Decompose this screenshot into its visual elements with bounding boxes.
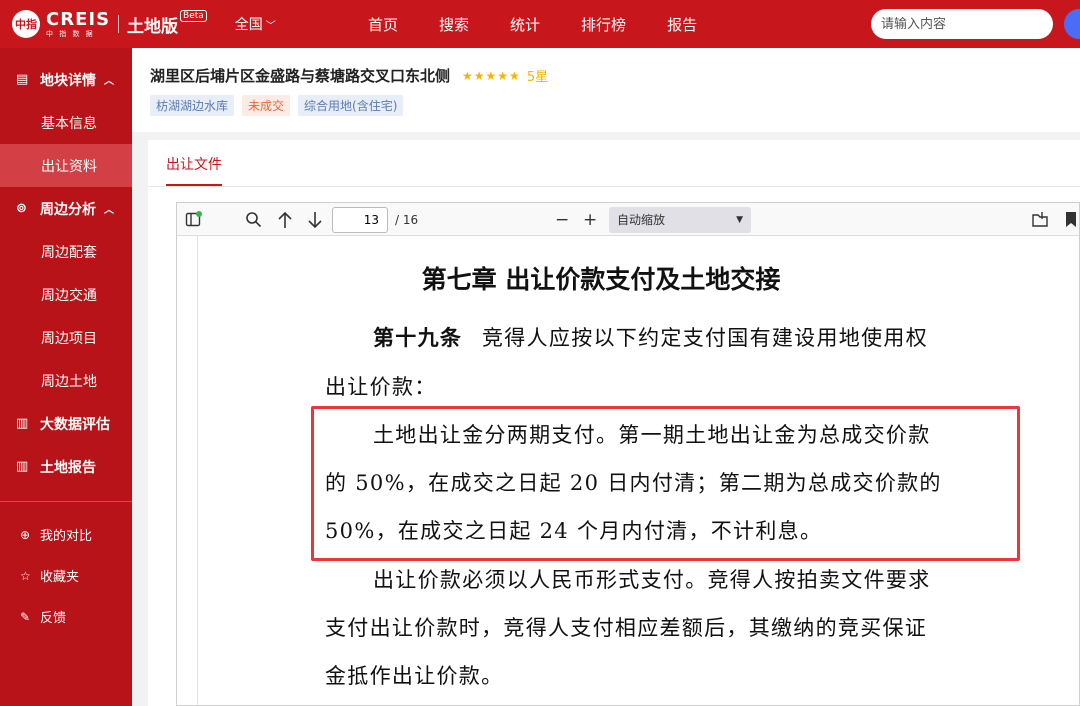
sidebar-section-label: 地块详情 [40, 72, 96, 89]
sidebar-item-transport[interactable]: 周边交通 [0, 273, 132, 316]
location-icon: ⊚ [16, 201, 27, 216]
page-count: / 16 [395, 212, 419, 227]
building-icon: ▥ [16, 459, 29, 474]
sidebar-item-basic-info[interactable]: 基本信息 [0, 101, 132, 144]
sidebar-extra-label: 收藏夹 [40, 570, 80, 585]
sidebar-item-transfer-docs[interactable]: 出让资料 [0, 144, 132, 187]
search-box [871, 9, 1053, 39]
chevron-up-icon: ︿ [104, 76, 114, 87]
rating-stars-icon: ★★★★★ [462, 68, 521, 83]
document-line: 支付出让价款时，竞得人支付相应差额后，其缴纳的竞买保证 [325, 616, 928, 640]
region-selector[interactable]: 全国 ﹀ [235, 14, 276, 34]
sidebar-extra-label: 反馈 [40, 611, 67, 626]
nav-search[interactable]: 搜索 [439, 14, 469, 35]
logo-divider [118, 15, 120, 33]
chevron-up-icon: ︿ [104, 205, 114, 216]
tag-land-use: 综合用地(含住宅) [298, 95, 404, 116]
sidebar-item-facilities[interactable]: 周边配套 [0, 230, 132, 273]
parcel-title: 湖里区后埔片区金盛路与蔡塘路交叉口东北侧 [150, 67, 451, 85]
tag-location: 枋湖湖边水库 [150, 95, 235, 116]
chevron-down-icon: ▼ [736, 214, 743, 225]
sidebar: ▤ 地块详情 ︿ 基本信息 出让资料 ⊚ 周边分析 ︿ 周边配套 周边交通 周边… [0, 48, 132, 706]
plus-circle-icon: ⊕ [20, 527, 31, 542]
sidebar-section-label: 土地报告 [40, 459, 96, 476]
sidebar-section-label: 大数据评估 [40, 416, 110, 433]
search-input[interactable] [881, 16, 1051, 32]
tab-active-indicator [166, 184, 222, 186]
tab-bar: 出让文件 [148, 140, 1080, 187]
next-page-icon[interactable] [307, 203, 323, 236]
parcel-tags: 枋湖湖边水库 未成交 综合用地(含住宅) [150, 95, 404, 116]
document-icon: ▤ [16, 72, 29, 87]
sidebar-favorites[interactable]: ☆ 收藏夹 [0, 555, 132, 596]
pdf-toolbar: / 16 − + 自动缩放 ▼ [177, 203, 1079, 236]
pencil-icon: ✎ [20, 609, 31, 624]
pdf-page: 第七章 出让价款支付及土地交接 第十九条 竞得人应按以下约定支付国有建设用地使用… [197, 236, 1079, 705]
nav-reports[interactable]: 报告 [667, 14, 697, 35]
pdf-viewer: / 16 − + 自动缩放 ▼ 第七章 出让价款支付及土地交接 第十九条 竞得人… [176, 202, 1080, 706]
sidebar-section-parcel-details[interactable]: ▤ 地块详情 ︿ [0, 58, 132, 101]
logo-name: CREIS [46, 8, 111, 30]
zoom-value: 自动缩放 [617, 213, 666, 227]
parcel-header: 湖里区后埔片区金盛路与蔡塘路交叉口东北侧 ★★★★★ 5星 枋湖湖边水库 未成交… [132, 48, 1080, 132]
main-nav: 首页 搜索 统计 排行榜 报告 [368, 0, 738, 48]
document-line: 金抵作出让价款。 [325, 664, 504, 688]
document-line: 竞得人应按以下约定支付国有建设用地使用权 [482, 326, 928, 350]
star-icon: ☆ [20, 568, 31, 583]
sidebar-compare[interactable]: ⊕ 我的对比 [0, 514, 132, 555]
rating-label: 5星 [526, 70, 549, 85]
sidebar-item-land[interactable]: 周边土地 [0, 359, 132, 402]
bookmark-icon[interactable] [1065, 203, 1077, 236]
tag-status: 未成交 [242, 95, 291, 116]
product-name: 土地版 [127, 16, 179, 37]
building-icon: ▥ [16, 416, 29, 431]
zoom-select[interactable]: 自动缩放 ▼ [609, 206, 751, 233]
brand-logo[interactable]: 中指 CREIS 中 指 数 据 土地版 Beta [12, 10, 207, 38]
sidebar-section-label: 周边分析 [40, 201, 96, 218]
region-label: 全国 [234, 17, 263, 33]
page-number-input[interactable] [332, 206, 388, 233]
nav-home[interactable]: 首页 [368, 14, 398, 35]
sidebar-section-land-report[interactable]: ▥ 土地报告 [0, 445, 132, 488]
top-navbar: 中指 CREIS 中 指 数 据 土地版 Beta 全国 ﹀ 首页 搜索 统计 … [0, 0, 1080, 48]
previous-page-icon[interactable] [277, 203, 293, 236]
sidebar-section-surroundings[interactable]: ⊚ 周边分析 ︿ [0, 187, 132, 230]
logo-sub: 中 指 数 据 [46, 29, 95, 38]
sidebar-extra-label: 我的对比 [40, 529, 93, 544]
sidebar-divider [0, 501, 132, 502]
content-panel: 出让文件 / 16 − + 自动缩放 [148, 140, 1080, 706]
sidebar-feedback[interactable]: ✎ 反馈 [0, 596, 132, 637]
find-icon[interactable] [245, 203, 262, 236]
nav-rankings[interactable]: 排行榜 [581, 14, 626, 35]
user-avatar[interactable] [1064, 9, 1080, 39]
open-file-icon[interactable] [1031, 203, 1049, 236]
sidebar-toggle-icon[interactable] [185, 203, 202, 236]
article-label: 第十九条 [373, 325, 463, 350]
nav-statistics[interactable]: 统计 [510, 14, 540, 35]
chevron-down-icon: ﹀ [265, 20, 276, 32]
tab-transfer-files[interactable]: 出让文件 [166, 154, 222, 174]
sidebar-item-projects[interactable]: 周边项目 [0, 316, 132, 359]
chapter-heading: 第七章 出让价款支付及土地交接 [421, 265, 781, 294]
zoom-in-icon[interactable]: + [583, 203, 597, 236]
beta-badge: Beta [180, 10, 207, 22]
highlight-box [311, 406, 1020, 561]
document-line: 出让价款必须以人民币形式支付。竞得人按拍卖文件要求 [373, 568, 931, 592]
zoom-out-icon[interactable]: − [555, 203, 569, 236]
sidebar-section-big-data[interactable]: ▥ 大数据评估 [0, 402, 132, 445]
document-line: 出让价款： [325, 375, 437, 399]
logo-mark-icon: 中指 [12, 10, 40, 38]
